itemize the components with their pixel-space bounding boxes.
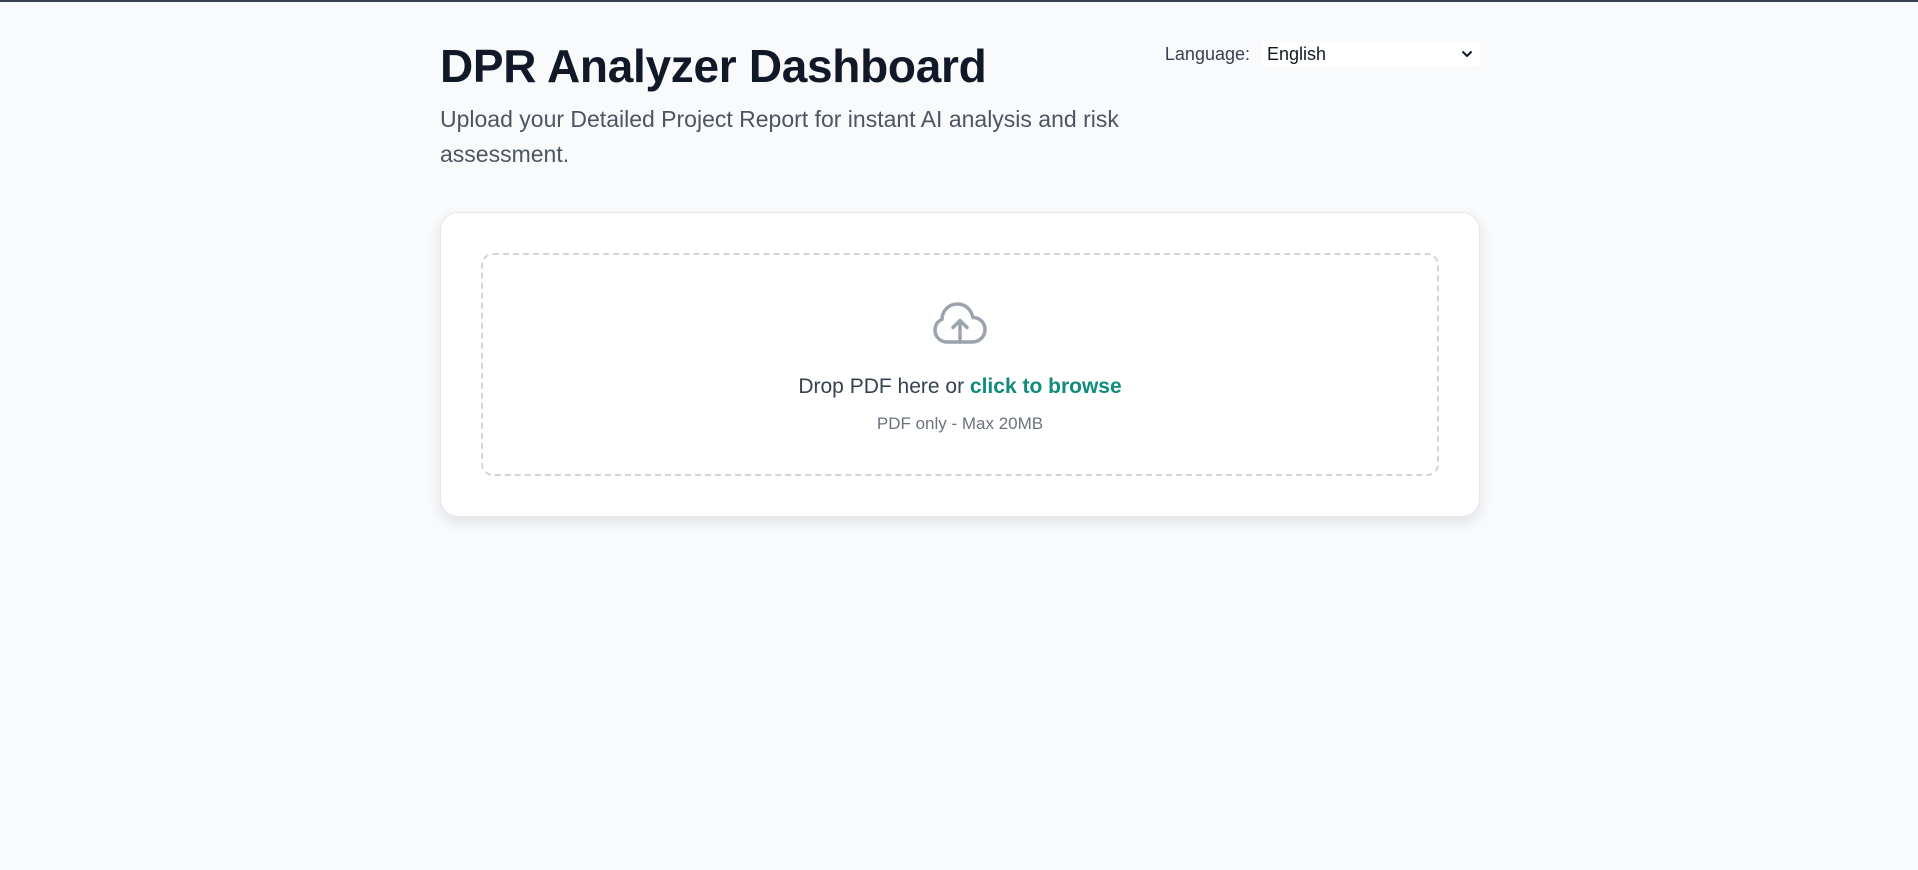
browse-link[interactable]: click to browse [970, 375, 1122, 398]
chevron-down-icon [1462, 51, 1472, 57]
language-label: Language: [1164, 43, 1250, 64]
dashboard-container: DPR Analyzer Dashboard Upload your Detai… [440, 0, 1480, 517]
file-hint: PDF only - Max 20MB [876, 414, 1044, 433]
upload-card: Drop PDF here or click to browse PDF onl… [440, 212, 1480, 517]
page-subtitle: Upload your Detailed Project Report for … [440, 106, 1119, 167]
language-selected-value: English [1267, 43, 1327, 64]
pdf-dropzone[interactable]: Drop PDF here or click to browse PDF onl… [481, 253, 1439, 476]
language-selector: Language: English [1165, 42, 1480, 66]
drop-prompt: Drop PDF here or [798, 375, 965, 398]
language-select[interactable]: English [1262, 42, 1480, 66]
page-title: DPR Analyzer Dashboard [440, 40, 987, 92]
drop-instruction: Drop PDF here or click to browse [483, 375, 1437, 399]
cloud-upload-icon [933, 302, 987, 344]
page-header: DPR Analyzer Dashboard Upload your Detai… [440, 0, 1480, 212]
